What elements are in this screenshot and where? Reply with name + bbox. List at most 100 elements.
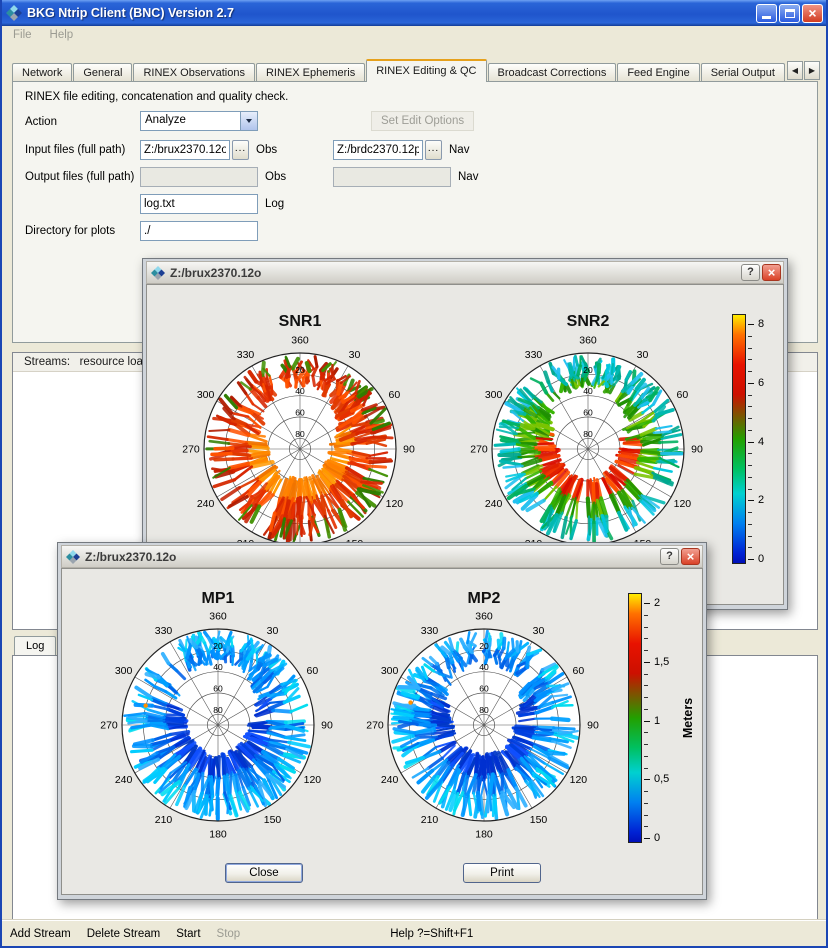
svg-text:210: 210 — [421, 814, 439, 826]
action-select[interactable]: Analyze — [140, 111, 258, 131]
set-edit-options-button[interactable]: Set Edit Options — [371, 111, 474, 131]
snr-colorbar-gradient — [732, 314, 746, 564]
mp-colorbar-label: Meters — [681, 698, 695, 738]
svg-text:40: 40 — [213, 662, 223, 672]
log-label: Log — [265, 198, 284, 210]
maximize-button[interactable] — [779, 4, 800, 23]
browse-obs-button[interactable]: ... — [232, 140, 249, 160]
browse-nav-button[interactable]: ... — [425, 140, 442, 160]
svg-text:300: 300 — [197, 389, 215, 401]
svg-text:240: 240 — [115, 774, 133, 786]
maximize-icon — [785, 9, 795, 18]
svg-text:270: 270 — [366, 720, 384, 732]
tab-serial-output[interactable]: Serial Output — [701, 63, 785, 82]
delete-stream-action[interactable]: Delete Stream — [87, 928, 161, 940]
tab-network[interactable]: Network — [12, 63, 72, 82]
svg-text:120: 120 — [674, 498, 692, 510]
dialog-help-button[interactable]: ? — [741, 264, 760, 281]
dialog-icon — [66, 550, 80, 564]
skyplot-snr1: 8060402036030609012015018021024027030033… — [180, 329, 420, 569]
log-tab[interactable]: Log — [14, 636, 56, 655]
svg-text:30: 30 — [349, 349, 361, 361]
svg-text:60: 60 — [295, 408, 305, 418]
svg-text:80: 80 — [213, 705, 223, 715]
svg-text:60: 60 — [677, 389, 689, 401]
svg-text:60: 60 — [479, 684, 489, 694]
svg-text:40: 40 — [295, 386, 305, 396]
tabbar: Network General RINEX Observations RINEX… — [12, 59, 786, 82]
svg-text:40: 40 — [583, 386, 593, 396]
svg-text:330: 330 — [525, 349, 543, 361]
mp-colorbar-gradient — [628, 593, 642, 843]
svg-text:360: 360 — [209, 611, 227, 623]
svg-text:120: 120 — [570, 774, 588, 786]
nav-label-2: Nav — [458, 171, 478, 183]
mp-dialog-title: Z:/brux2370.12o — [85, 550, 658, 564]
output-files-label: Output files (full path) — [25, 171, 134, 183]
svg-text:270: 270 — [470, 444, 488, 456]
snr-dialog-title: Z:/brux2370.12o — [170, 266, 739, 280]
svg-text:270: 270 — [182, 444, 200, 456]
tab-rinex-editing-qc[interactable]: RINEX Editing & QC — [366, 59, 486, 82]
obs-label-1: Obs — [256, 144, 277, 156]
nav-label-1: Nav — [449, 144, 469, 156]
skyplot-mp2: 8060402036030609012015018021024027030033… — [364, 605, 604, 845]
mp-colorbar: 21,510,50 Meters — [628, 593, 703, 843]
svg-text:330: 330 — [155, 625, 173, 637]
svg-text:180: 180 — [475, 829, 493, 841]
svg-text:240: 240 — [197, 498, 215, 510]
minimize-button[interactable] — [756, 4, 777, 23]
close-button[interactable]: × — [802, 4, 823, 23]
obs-label-2: Obs — [265, 171, 286, 183]
svg-text:240: 240 — [381, 774, 399, 786]
tab-scroll-right-icon[interactable]: ▶ — [804, 61, 820, 80]
dialog-close-button[interactable]: × — [762, 264, 781, 281]
app-icon — [6, 5, 22, 21]
plots-dir-field[interactable] — [140, 221, 258, 241]
combo-dropdown-button[interactable] — [240, 112, 257, 130]
menu-file[interactable]: File — [4, 26, 41, 46]
mp-dialog-body: MP1 MP2 80604020360306090120150180210240… — [61, 568, 703, 895]
tab-feed-engine[interactable]: Feed Engine — [617, 63, 699, 82]
tab-broadcast-corrections[interactable]: Broadcast Corrections — [488, 63, 617, 82]
tab-rinex-observations[interactable]: RINEX Observations — [133, 63, 254, 82]
page-description: RINEX file editing, concatenation and qu… — [25, 91, 288, 103]
svg-text:300: 300 — [381, 665, 399, 677]
stop-action[interactable]: Stop — [217, 928, 241, 940]
menu-help[interactable]: Help — [41, 26, 83, 46]
svg-text:120: 120 — [304, 774, 322, 786]
close-plot-button[interactable]: Close — [225, 863, 303, 883]
svg-text:30: 30 — [267, 625, 279, 637]
mp-dialog-titlebar: Z:/brux2370.12o ? × — [61, 545, 703, 568]
action-selected-value: Analyze — [141, 112, 240, 130]
add-stream-action[interactable]: Add Stream — [10, 928, 71, 940]
input-nav-field[interactable] — [333, 140, 423, 160]
output-nav-field[interactable] — [333, 167, 451, 187]
action-label: Action — [25, 116, 57, 128]
output-obs-field[interactable] — [140, 167, 258, 187]
svg-text:270: 270 — [100, 720, 118, 732]
svg-text:60: 60 — [213, 684, 223, 694]
menubar: File Help — [2, 26, 826, 46]
svg-text:330: 330 — [237, 349, 255, 361]
log-file-field[interactable] — [140, 194, 258, 214]
window-title: BKG Ntrip Client (BNC) Version 2.7 — [27, 6, 754, 20]
svg-text:360: 360 — [291, 335, 309, 347]
dialog-close-button[interactable]: × — [681, 548, 700, 565]
input-obs-field[interactable] — [140, 140, 230, 160]
tab-scroll-left-icon[interactable]: ◀ — [787, 61, 803, 80]
dialog-help-button[interactable]: ? — [660, 548, 679, 565]
svg-text:300: 300 — [115, 665, 133, 677]
svg-text:60: 60 — [307, 665, 319, 677]
svg-text:90: 90 — [587, 720, 599, 732]
svg-text:80: 80 — [295, 429, 305, 439]
svg-text:20: 20 — [213, 641, 223, 651]
snr-colorbar: 86420 — [732, 314, 784, 564]
print-plot-button[interactable]: Print — [463, 863, 541, 883]
svg-text:240: 240 — [485, 498, 503, 510]
svg-text:330: 330 — [421, 625, 439, 637]
start-action[interactable]: Start — [176, 928, 200, 940]
snr-dialog-titlebar: Z:/brux2370.12o ? × — [146, 261, 784, 284]
tab-general[interactable]: General — [73, 63, 132, 82]
tab-rinex-ephemeris[interactable]: RINEX Ephemeris — [256, 63, 365, 82]
